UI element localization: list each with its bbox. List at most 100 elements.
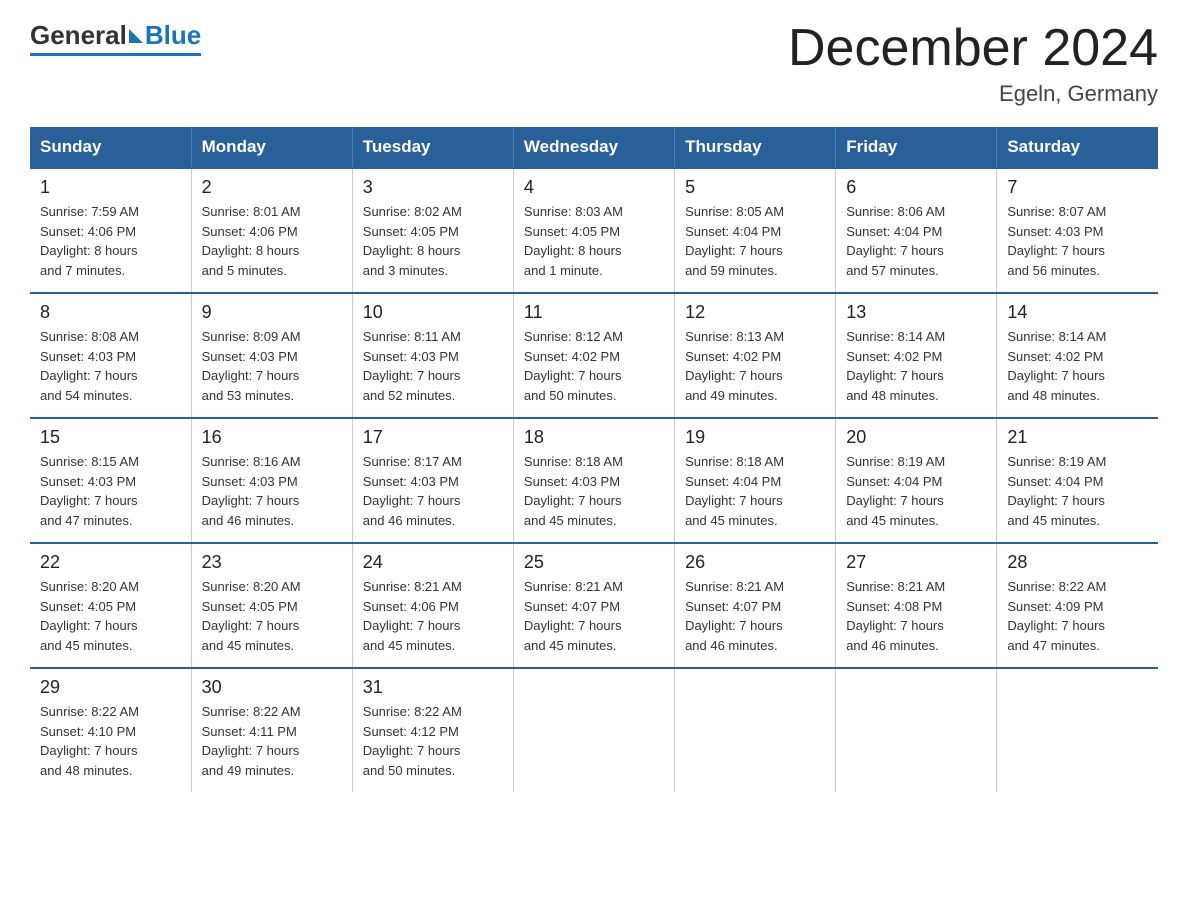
day-number: 4 (524, 177, 664, 198)
day-info: Sunrise: 8:07 AMSunset: 4:03 PMDaylight:… (1007, 202, 1148, 280)
calendar-cell: 25Sunrise: 8:21 AMSunset: 4:07 PMDayligh… (513, 543, 674, 668)
day-info: Sunrise: 8:05 AMSunset: 4:04 PMDaylight:… (685, 202, 825, 280)
day-info: Sunrise: 8:21 AMSunset: 4:08 PMDaylight:… (846, 577, 986, 655)
day-number: 31 (363, 677, 503, 698)
calendar-cell: 3 Sunrise: 8:02 AMSunset: 4:05 PMDaylight… (352, 168, 513, 293)
column-header-friday: Friday (836, 127, 997, 168)
calendar-cell: 7 Sunrise: 8:07 AMSunset: 4:03 PMDaylight… (997, 168, 1158, 293)
calendar-cell: 21Sunrise: 8:19 AMSunset: 4:04 PMDayligh… (997, 418, 1158, 543)
day-info: Sunrise: 8:22 AMSunset: 4:10 PMDaylight:… (40, 702, 181, 780)
day-number: 10 (363, 302, 503, 323)
subtitle: Egeln, Germany (788, 81, 1158, 107)
title-area: December 2024 Egeln, Germany (788, 20, 1158, 107)
day-info: Sunrise: 8:22 AMSunset: 4:09 PMDaylight:… (1007, 577, 1148, 655)
column-header-wednesday: Wednesday (513, 127, 674, 168)
logo-underline (30, 53, 201, 56)
calendar-cell: 13 Sunrise: 8:14 AMSunset: 4:02 PMDayligh… (836, 293, 997, 418)
day-number: 21 (1007, 427, 1148, 448)
main-title: December 2024 (788, 20, 1158, 77)
day-number: 25 (524, 552, 664, 573)
calendar-week-row: 15Sunrise: 8:15 AMSunset: 4:03 PMDayligh… (30, 418, 1158, 543)
day-number: 11 (524, 302, 664, 323)
day-number: 27 (846, 552, 986, 573)
calendar-cell: 14 Sunrise: 8:14 AMSunset: 4:02 PMDayligh… (997, 293, 1158, 418)
calendar-cell: 9 Sunrise: 8:09 AMSunset: 4:03 PMDaylight… (191, 293, 352, 418)
day-number: 14 (1007, 302, 1148, 323)
day-number: 2 (202, 177, 342, 198)
calendar-cell: 27 Sunrise: 8:21 AMSunset: 4:08 PMDayligh… (836, 543, 997, 668)
calendar-cell: 10 Sunrise: 8:11 AMSunset: 4:03 PMDayligh… (352, 293, 513, 418)
calendar-week-row: 1 Sunrise: 7:59 AMSunset: 4:06 PMDaylight… (30, 168, 1158, 293)
day-info: Sunrise: 8:16 AMSunset: 4:03 PMDaylight:… (202, 452, 342, 530)
calendar-cell: 2Sunrise: 8:01 AMSunset: 4:06 PMDaylight… (191, 168, 352, 293)
calendar-cell: 24Sunrise: 8:21 AMSunset: 4:06 PMDayligh… (352, 543, 513, 668)
day-info: Sunrise: 8:17 AMSunset: 4:03 PMDaylight:… (363, 452, 503, 530)
day-info: Sunrise: 8:09 AMSunset: 4:03 PMDaylight:… (202, 327, 342, 405)
logo-arrow-icon (129, 29, 143, 43)
column-header-saturday: Saturday (997, 127, 1158, 168)
calendar-week-row: 22 Sunrise: 8:20 AMSunset: 4:05 PMDayligh… (30, 543, 1158, 668)
calendar-cell: 8Sunrise: 8:08 AMSunset: 4:03 PMDaylight… (30, 293, 191, 418)
calendar-cell: 30 Sunrise: 8:22 AMSunset: 4:11 PMDayligh… (191, 668, 352, 792)
day-info: Sunrise: 8:14 AMSunset: 4:02 PMDaylight:… (1007, 327, 1148, 405)
page-header: General Blue December 2024 Egeln, German… (30, 20, 1158, 107)
calendar-cell (997, 668, 1158, 792)
day-number: 7 (1007, 177, 1148, 198)
day-number: 13 (846, 302, 986, 323)
calendar-cell: 17 Sunrise: 8:17 AMSunset: 4:03 PMDayligh… (352, 418, 513, 543)
day-number: 15 (40, 427, 181, 448)
logo-blue-text: Blue (145, 20, 201, 51)
column-header-tuesday: Tuesday (352, 127, 513, 168)
calendar-cell: 11 Sunrise: 8:12 AMSunset: 4:02 PMDayligh… (513, 293, 674, 418)
column-header-monday: Monday (191, 127, 352, 168)
day-info: Sunrise: 8:19 AMSunset: 4:04 PMDaylight:… (846, 452, 986, 530)
day-info: Sunrise: 8:12 AMSunset: 4:02 PMDaylight:… (524, 327, 664, 405)
day-info: Sunrise: 8:20 AMSunset: 4:05 PMDaylight:… (40, 577, 181, 655)
day-info: Sunrise: 8:22 AMSunset: 4:11 PMDaylight:… (202, 702, 342, 780)
calendar-cell: 6Sunrise: 8:06 AMSunset: 4:04 PMDaylight… (836, 168, 997, 293)
day-info: Sunrise: 7:59 AMSunset: 4:06 PMDaylight:… (40, 202, 181, 280)
day-number: 16 (202, 427, 342, 448)
calendar-cell (836, 668, 997, 792)
day-number: 22 (40, 552, 181, 573)
day-info: Sunrise: 8:22 AMSunset: 4:12 PMDaylight:… (363, 702, 503, 780)
calendar-cell: 12 Sunrise: 8:13 AMSunset: 4:02 PMDayligh… (675, 293, 836, 418)
calendar-cell: 19Sunrise: 8:18 AMSunset: 4:04 PMDayligh… (675, 418, 836, 543)
calendar-cell: 22 Sunrise: 8:20 AMSunset: 4:05 PMDayligh… (30, 543, 191, 668)
calendar-cell: 18 Sunrise: 8:18 AMSunset: 4:03 PMDayligh… (513, 418, 674, 543)
calendar-cell: 4 Sunrise: 8:03 AMSunset: 4:05 PMDaylight… (513, 168, 674, 293)
day-number: 23 (202, 552, 342, 573)
calendar-cell: 23 Sunrise: 8:20 AMSunset: 4:05 PMDayligh… (191, 543, 352, 668)
day-info: Sunrise: 8:20 AMSunset: 4:05 PMDaylight:… (202, 577, 342, 655)
day-info: Sunrise: 8:11 AMSunset: 4:03 PMDaylight:… (363, 327, 503, 405)
day-number: 3 (363, 177, 503, 198)
day-number: 12 (685, 302, 825, 323)
day-info: Sunrise: 8:14 AMSunset: 4:02 PMDaylight:… (846, 327, 986, 405)
calendar-cell: 16 Sunrise: 8:16 AMSunset: 4:03 PMDayligh… (191, 418, 352, 543)
column-header-thursday: Thursday (675, 127, 836, 168)
day-info: Sunrise: 8:21 AMSunset: 4:07 PMDaylight:… (685, 577, 825, 655)
calendar-week-row: 8Sunrise: 8:08 AMSunset: 4:03 PMDaylight… (30, 293, 1158, 418)
calendar-cell: 31 Sunrise: 8:22 AMSunset: 4:12 PMDayligh… (352, 668, 513, 792)
day-info: Sunrise: 8:06 AMSunset: 4:04 PMDaylight:… (846, 202, 986, 280)
calendar-cell (675, 668, 836, 792)
column-header-sunday: Sunday (30, 127, 191, 168)
day-info: Sunrise: 8:03 AMSunset: 4:05 PMDaylight:… (524, 202, 664, 280)
logo: General Blue (30, 20, 201, 56)
day-number: 5 (685, 177, 825, 198)
day-info: Sunrise: 8:13 AMSunset: 4:02 PMDaylight:… (685, 327, 825, 405)
day-info: Sunrise: 8:02 AMSunset: 4:05 PMDaylight:… (363, 202, 503, 280)
day-info: Sunrise: 8:18 AMSunset: 4:03 PMDaylight:… (524, 452, 664, 530)
day-info: Sunrise: 8:08 AMSunset: 4:03 PMDaylight:… (40, 327, 181, 405)
day-number: 24 (363, 552, 503, 573)
day-number: 17 (363, 427, 503, 448)
day-number: 30 (202, 677, 342, 698)
day-number: 19 (685, 427, 825, 448)
logo-general-text: General (30, 20, 127, 51)
calendar-table: SundayMondayTuesdayWednesdayThursdayFrid… (30, 127, 1158, 792)
calendar-cell: 26Sunrise: 8:21 AMSunset: 4:07 PMDayligh… (675, 543, 836, 668)
day-number: 9 (202, 302, 342, 323)
day-number: 1 (40, 177, 181, 198)
day-number: 18 (524, 427, 664, 448)
calendar-cell: 15Sunrise: 8:15 AMSunset: 4:03 PMDayligh… (30, 418, 191, 543)
